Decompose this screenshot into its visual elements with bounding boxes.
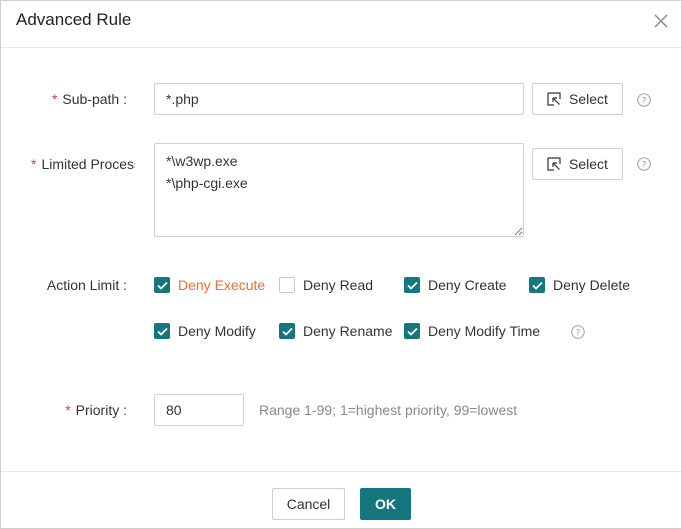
checkbox-checked-icon [529,277,545,293]
subpath-select-label: Select [569,91,608,107]
dialog-footer: Cancel OK [1,471,681,529]
svg-text:?: ? [642,160,647,170]
priority-input[interactable] [154,394,244,426]
checkbox-checked-icon [404,323,420,339]
required-mark: * [51,91,58,107]
process-select-label: Select [569,156,608,172]
deny-execute-checkbox[interactable]: Deny Execute [154,277,265,293]
help-icon[interactable]: ? [637,157,651,171]
deny-delete-checkbox[interactable]: Deny Delete [529,277,630,293]
svg-text:?: ? [642,96,647,106]
close-icon[interactable] [653,13,669,29]
select-cursor-icon [547,157,561,171]
priority-hint: Range 1-99; 1=highest priority, 99=lowes… [259,402,518,418]
subpath-select-button[interactable]: Select [532,83,623,115]
advanced-rule-dialog: Advanced Rule *Sub-path : Select ? *Limi… [0,0,682,529]
subpath-input[interactable] [154,83,524,115]
deny-rename-checkbox[interactable]: Deny Rename [279,323,393,339]
dialog-header: Advanced Rule [1,1,681,48]
priority-label: * Priority : [65,402,127,418]
help-icon[interactable]: ? [571,325,585,339]
checkbox-unchecked-icon [279,277,295,293]
deny-modify-time-checkbox[interactable]: Deny Modify Time [404,323,540,339]
process-select-button[interactable]: Select [532,148,623,180]
checkbox-checked-icon [404,277,420,293]
process-textarea[interactable]: *\w3wp.exe *\php-cgi.exe [154,143,524,237]
action-limit-label: Action Limit : [46,277,127,293]
ok-button[interactable]: OK [360,488,411,520]
deny-read-checkbox[interactable]: Deny Read [279,277,373,293]
subpath-label: * Sub-path : [51,91,127,107]
checkbox-checked-icon [154,323,170,339]
dialog-title: Advanced Rule [16,10,132,29]
cancel-button[interactable]: Cancel [272,488,345,520]
help-icon[interactable]: ? [637,93,651,107]
select-cursor-icon [547,92,561,106]
process-label: *Limited Process : [31,156,135,172]
checkbox-checked-icon [154,277,170,293]
svg-text:?: ? [576,328,581,338]
deny-modify-checkbox[interactable]: Deny Modify [154,323,256,339]
checkbox-checked-icon [279,323,295,339]
deny-create-checkbox[interactable]: Deny Create [404,277,507,293]
